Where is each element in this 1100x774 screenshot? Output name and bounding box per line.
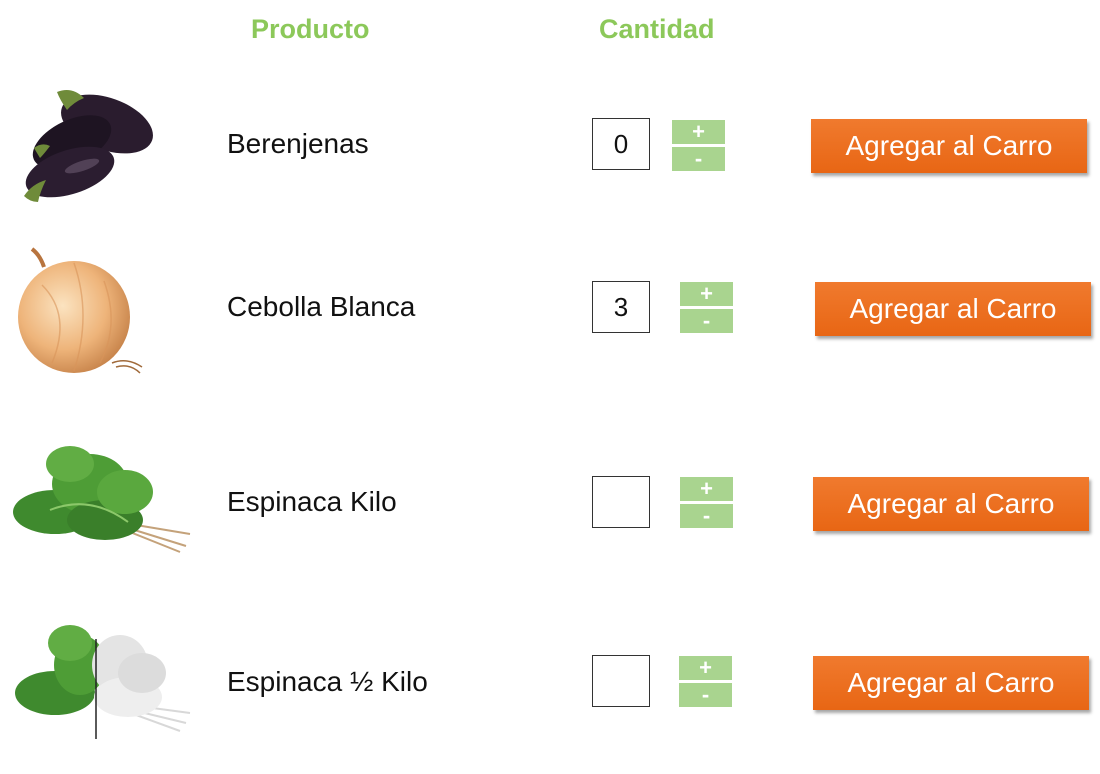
quantity-input[interactable] <box>592 655 650 707</box>
product-column-header: Producto <box>251 14 370 44</box>
decrement-button[interactable]: - <box>672 147 725 171</box>
increment-button[interactable]: + <box>679 656 732 680</box>
add-to-cart-button[interactable]: Agregar al Carro <box>811 119 1087 173</box>
product-row-espinaca-medio-kilo: Espinaca ½ Kilo + - Agregar al Carro <box>0 609 1100 769</box>
product-name: Berenjenas <box>227 128 369 159</box>
quantity-stepper: + - <box>680 282 733 333</box>
product-row-cebolla-blanca: Cebolla Blanca 3 + - Agregar al Carro <box>0 245 1100 405</box>
quantity-stepper: + - <box>672 120 725 171</box>
product-name: Espinaca Kilo <box>227 486 397 517</box>
add-to-cart-button[interactable]: Agregar al Carro <box>813 656 1089 710</box>
product-name: Cebolla Blanca <box>227 291 416 322</box>
product-row-espinaca-kilo: Espinaca Kilo + - Agregar al Carro <box>0 430 1100 590</box>
decrement-button[interactable]: - <box>679 683 732 707</box>
decrement-button[interactable]: - <box>680 504 733 528</box>
quantity-input[interactable]: 3 <box>592 281 650 333</box>
product-row-berenjenas: Berenjenas 0 + - Agregar al Carro <box>0 82 1100 242</box>
eggplant-image <box>24 90 153 202</box>
increment-button[interactable]: + <box>672 120 725 144</box>
product-name: Espinaca ½ Kilo <box>227 666 428 697</box>
add-to-cart-button[interactable]: Agregar al Carro <box>813 477 1089 531</box>
onion-image <box>18 247 143 374</box>
half-spinach-image <box>15 625 191 739</box>
quantity-stepper: + - <box>680 477 733 528</box>
add-to-cart-button[interactable]: Agregar al Carro <box>815 282 1091 336</box>
decrement-button[interactable]: - <box>680 309 733 333</box>
quantity-input[interactable] <box>592 476 650 528</box>
increment-button[interactable]: + <box>680 282 733 306</box>
spinach-image <box>13 446 191 553</box>
quantity-column-header: Cantidad <box>599 14 715 44</box>
quantity-stepper: + - <box>679 656 732 707</box>
increment-button[interactable]: + <box>680 477 733 501</box>
quantity-input[interactable]: 0 <box>592 118 650 170</box>
